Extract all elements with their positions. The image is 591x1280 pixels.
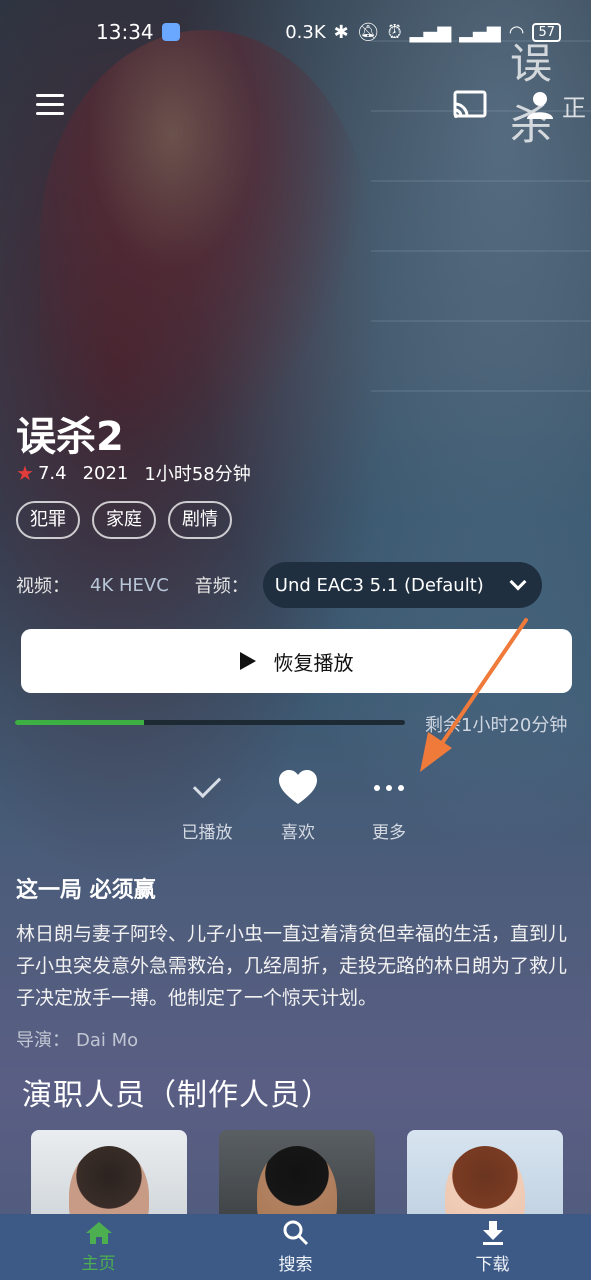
chevron-down-icon bbox=[509, 573, 527, 591]
check-icon bbox=[192, 769, 222, 799]
favorite-button[interactable]: 喜欢 bbox=[253, 766, 343, 843]
header-partial-text: 正 bbox=[562, 94, 586, 122]
net-speed: 0.3K bbox=[285, 21, 326, 43]
nav-downloads[interactable]: 下载 bbox=[476, 1220, 510, 1275]
mute-bell-icon: 🔕︎ bbox=[356, 21, 380, 43]
cast-icon[interactable] bbox=[452, 90, 488, 120]
audio-track-value: Und EAC3 5.1 (Default) bbox=[274, 574, 484, 596]
video-value: 4K HEVC bbox=[90, 574, 169, 596]
director-row: 导演： Dai Mo bbox=[16, 1026, 138, 1052]
resume-playback-button[interactable]: 恢复播放 bbox=[21, 629, 572, 693]
nav-search[interactable]: 搜索 bbox=[279, 1220, 313, 1275]
video-label: 视频： bbox=[16, 576, 70, 597]
menu-icon[interactable] bbox=[36, 94, 64, 116]
nav-home[interactable]: 主页 bbox=[82, 1221, 116, 1274]
top-app-bar: 正 bbox=[0, 82, 591, 132]
director-label: 导演： bbox=[16, 1030, 70, 1051]
playback-progress-fill bbox=[15, 720, 144, 725]
nav-home-label: 主页 bbox=[81, 1253, 116, 1274]
director-name[interactable]: Dai Mo bbox=[76, 1030, 138, 1051]
status-bar: 13:34 0.3K ✱ 🔕︎ ⏰︎ ▂▄▆ ▂▄▆ ◠ 57 bbox=[0, 0, 591, 64]
genre-tags: 犯罪 家庭 剧情 bbox=[16, 501, 232, 539]
nav-search-label: 搜索 bbox=[278, 1254, 313, 1275]
movie-title: 误杀2 bbox=[16, 414, 124, 460]
user-icon[interactable] bbox=[526, 90, 554, 120]
home-icon bbox=[85, 1221, 112, 1244]
year: 2021 bbox=[82, 462, 129, 484]
duration: 1小时58分钟 bbox=[144, 464, 251, 485]
cast-heading: 演职人员（制作人员） bbox=[22, 1078, 332, 1113]
more-label: 更多 bbox=[372, 823, 406, 843]
genre-tag[interactable]: 犯罪 bbox=[16, 501, 80, 539]
remaining-time: 剩余1小时20分钟 bbox=[425, 715, 568, 736]
download-icon bbox=[482, 1220, 503, 1245]
favorite-label: 喜欢 bbox=[281, 823, 315, 843]
movie-meta: ★ 7.4 2021 1小时58分钟 bbox=[16, 460, 251, 486]
audio-label: 音频： bbox=[194, 576, 249, 597]
action-row: 已播放 喜欢 更多 bbox=[160, 766, 430, 846]
more-button[interactable]: 更多 bbox=[344, 766, 434, 843]
tagline: 这一局 必须赢 bbox=[16, 878, 156, 903]
search-icon bbox=[283, 1220, 308, 1245]
alarm-icon: ⏰︎ bbox=[387, 21, 402, 43]
nav-downloads-label: 下载 bbox=[475, 1254, 510, 1275]
heart-icon bbox=[279, 770, 317, 804]
played-button[interactable]: 已播放 bbox=[162, 766, 252, 843]
playback-progress-bar bbox=[15, 720, 405, 725]
genre-tag[interactable]: 家庭 bbox=[92, 501, 156, 539]
more-dots-icon bbox=[374, 785, 404, 791]
rating: 7.4 bbox=[37, 462, 67, 484]
play-icon bbox=[239, 652, 256, 670]
app-notification-icon bbox=[161, 23, 180, 41]
audio-track-select[interactable]: Und EAC3 5.1 (Default) bbox=[262, 562, 542, 608]
bluetooth-icon: ✱ bbox=[333, 21, 349, 43]
status-time: 13:34 bbox=[96, 20, 154, 44]
signal-2-icon: ▂▄▆ bbox=[459, 21, 501, 43]
genre-tag[interactable]: 剧情 bbox=[168, 501, 232, 539]
bottom-navigation: 主页 搜索 下载 bbox=[0, 1214, 591, 1280]
star-icon: ★ bbox=[16, 461, 34, 485]
signal-icon: ▂▄▆ bbox=[409, 21, 452, 43]
overview-text: 林日朗与妻子阿玲、儿子小虫一直过着清贫但幸福的生活，直到儿子小虫突发意外急需救治… bbox=[16, 923, 568, 1009]
played-label: 已播放 bbox=[181, 823, 233, 843]
media-info-row: 视频： 4K HEVC 音频： Und EAC3 5.1 (Default) bbox=[16, 562, 576, 608]
resume-label: 恢复播放 bbox=[273, 650, 354, 675]
